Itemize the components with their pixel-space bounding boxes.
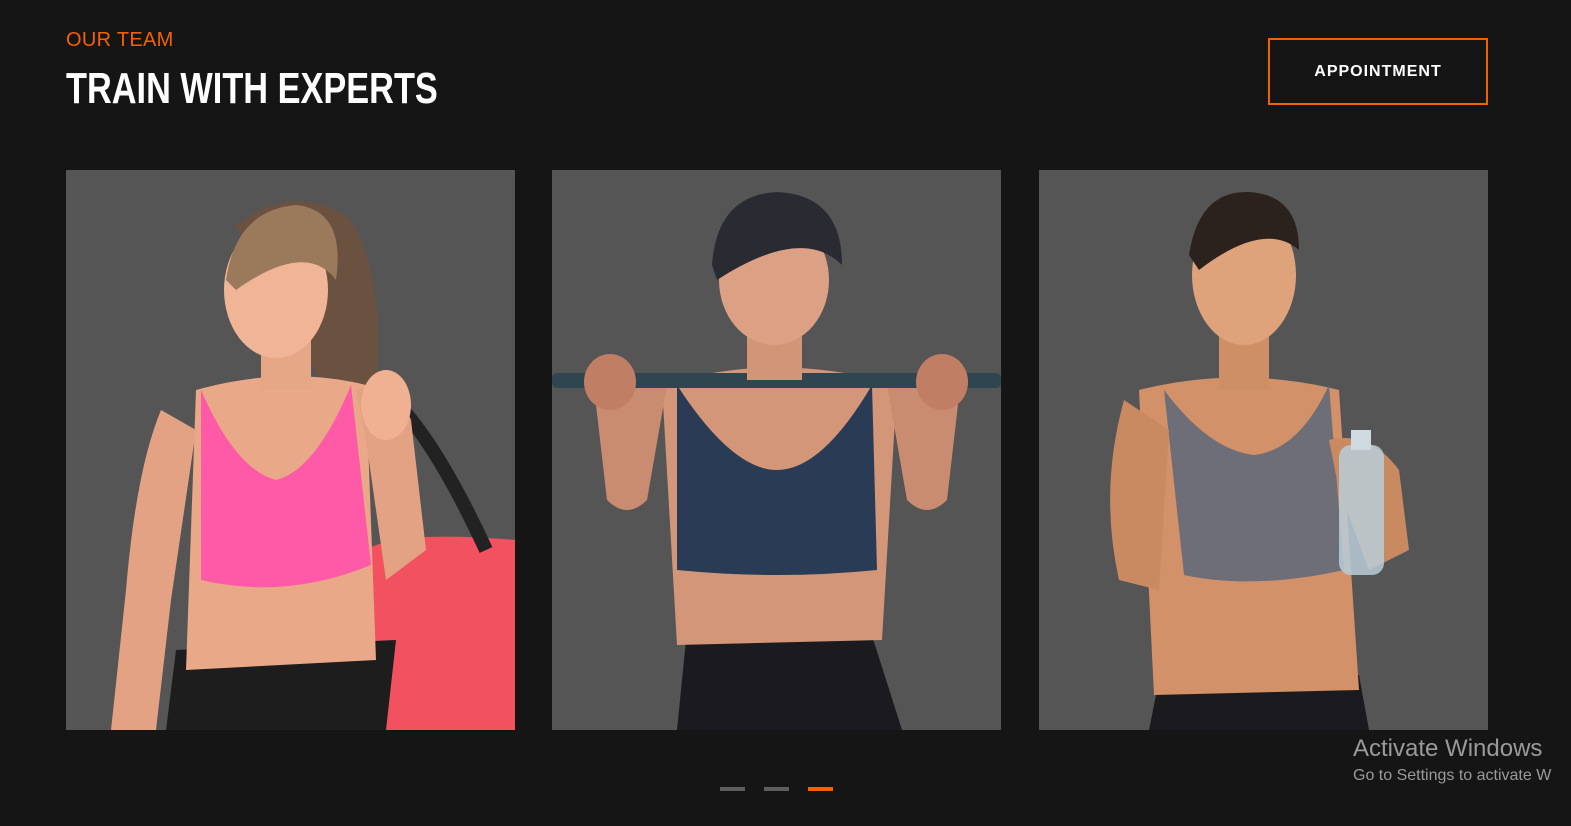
section-eyebrow: OUR TEAM xyxy=(66,29,174,51)
watermark-subtitle: Go to Settings to activate W xyxy=(1353,767,1552,784)
appointment-button[interactable]: APPOINTMENT xyxy=(1268,38,1488,105)
windows-activation-watermark: Activate Windows Go to Settings to activ… xyxy=(1353,735,1551,785)
section-title: TRAIN WITH EXPERTS xyxy=(66,64,438,113)
trainer-photo-3 xyxy=(1110,191,1409,730)
trainer-card-3[interactable] xyxy=(1039,170,1488,730)
trainer-photo-2 xyxy=(552,192,1001,730)
trainer-card-2[interactable] xyxy=(552,170,1001,730)
team-section: OUR TEAM TRAIN WITH EXPERTS APPOINTMENT xyxy=(0,0,1571,826)
trainer-photo-1 xyxy=(111,201,515,730)
carousel-dot-1[interactable] xyxy=(720,787,745,791)
carousel-dot-2[interactable] xyxy=(764,787,789,791)
trainer-card-1[interactable] xyxy=(66,170,515,730)
carousel-dot-3[interactable] xyxy=(808,787,833,791)
watermark-title: Activate Windows xyxy=(1353,735,1543,762)
carousel-pagination xyxy=(720,787,833,791)
